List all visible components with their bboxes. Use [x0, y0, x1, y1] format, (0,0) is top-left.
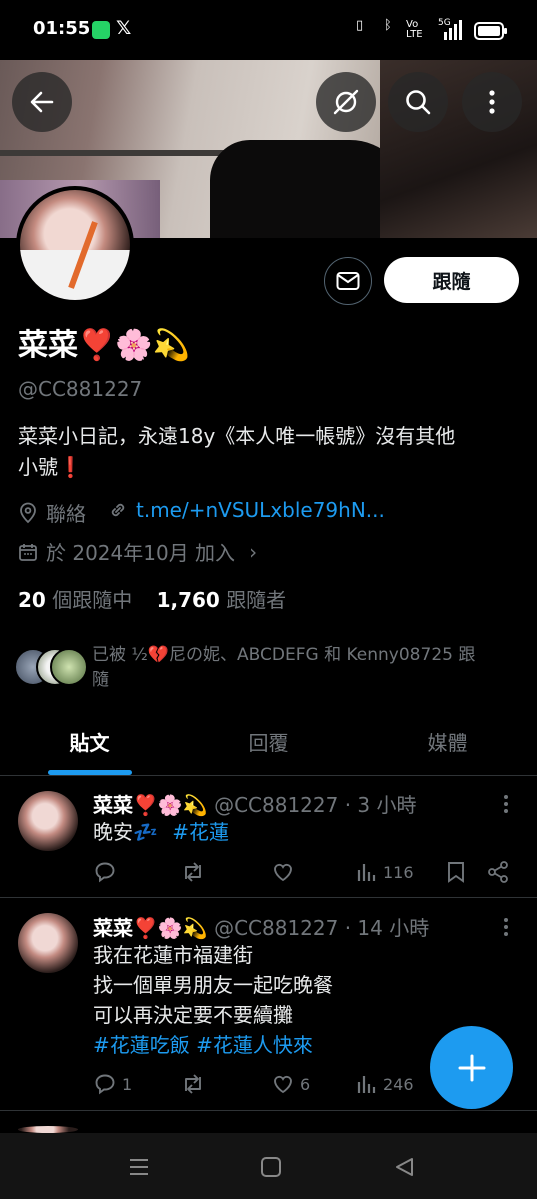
- heart-icon: [274, 863, 292, 882]
- bio-line: 小號❗: [18, 455, 83, 479]
- profile-handle: @CC881227: [18, 377, 143, 401]
- views-button[interactable]: 246: [356, 1072, 414, 1096]
- following-count-link[interactable]: 20 個跟隨中: [18, 588, 132, 612]
- analytics-icon: [357, 1076, 376, 1093]
- follow-button[interactable]: 跟隨: [384, 257, 519, 303]
- repost-button[interactable]: [180, 1072, 211, 1096]
- joined-text: 於 2024年10月 加入: [46, 541, 236, 565]
- location-pin-icon: [20, 502, 36, 523]
- website-row[interactable]: t.me/+nVSULxble79hN...: [108, 498, 385, 522]
- signal-icon: [440, 20, 466, 40]
- status-bar: 01:55 𝕏 ▯ ᛒ Vo LTE 5G: [0, 0, 537, 60]
- post-author-handle[interactable]: @CC881227: [214, 916, 338, 940]
- reply-count: 1: [122, 1074, 133, 1094]
- like-count: 6: [300, 1074, 311, 1094]
- post-author-handle[interactable]: @CC881227: [214, 793, 338, 817]
- share-button[interactable]: [486, 860, 510, 884]
- bluetooth-icon: ᛒ: [384, 18, 392, 33]
- compose-button[interactable]: [430, 1026, 513, 1109]
- location-text: 聯絡: [46, 502, 86, 526]
- battery-icon: [474, 22, 508, 40]
- mail-icon: [336, 272, 360, 290]
- post-more-button[interactable]: [502, 917, 510, 937]
- more-vertical-icon: [504, 918, 508, 936]
- back-triangle-icon: [396, 1158, 413, 1176]
- post-time: · 14 小時: [344, 916, 430, 940]
- followed-by-text[interactable]: 已被 ½💔尼の妮、ABCDEFG 和 Kenny08725 跟 隨: [92, 643, 522, 693]
- profile-name: 菜菜❣️🌸💫: [18, 328, 191, 363]
- grok-icon: [333, 89, 359, 115]
- active-tab-indicator: [48, 770, 132, 775]
- system-navigation-bar: [0, 1133, 537, 1199]
- post-header: 菜菜❣️🌸💫 @CC881227 · 14 小時: [93, 912, 429, 941]
- arrow-left-icon: [30, 91, 54, 113]
- follow-counts: 20 個跟隨中 1,760 跟隨者: [18, 584, 286, 613]
- back-button[interactable]: [12, 72, 72, 132]
- back-nav-button[interactable]: [393, 1156, 415, 1178]
- volte-indicator: Vo LTE: [406, 19, 423, 40]
- post-author-name[interactable]: 菜菜❣️🌸💫: [93, 916, 208, 940]
- grok-button[interactable]: [316, 72, 376, 132]
- post-avatar[interactable]: [18, 791, 78, 851]
- views-count: 246: [383, 1074, 414, 1094]
- calendar-icon: [19, 543, 37, 561]
- tab-replies[interactable]: 回覆: [179, 715, 358, 775]
- reply-icon: [95, 862, 115, 883]
- reply-button[interactable]: [93, 860, 122, 884]
- vibrate-icon: ▯: [356, 18, 364, 33]
- joined-row[interactable]: 於 2024年10月 加入 ›: [18, 537, 257, 566]
- bookmark-icon: [448, 862, 464, 883]
- home-button[interactable]: [260, 1156, 282, 1178]
- hashtag[interactable]: #花蓮: [172, 820, 229, 844]
- profile-avatar[interactable]: [16, 186, 134, 304]
- post-author-name[interactable]: 菜菜❣️🌸💫: [93, 793, 208, 817]
- home-square-icon: [261, 1157, 281, 1177]
- repost-icon: [185, 862, 201, 882]
- notification-app-icon: [92, 21, 110, 39]
- tab-media[interactable]: 媒體: [358, 715, 537, 775]
- chevron-right-icon: ›: [249, 539, 258, 564]
- message-button[interactable]: [324, 257, 372, 305]
- followers-count-link[interactable]: 1,760 跟隨者: [157, 588, 287, 612]
- bookmark-button[interactable]: [446, 860, 466, 884]
- website-link[interactable]: t.me/+nVSULxble79hN...: [136, 498, 385, 522]
- views-button[interactable]: 116: [356, 860, 414, 884]
- share-icon: [488, 861, 508, 883]
- repost-icon: [185, 1074, 201, 1094]
- plus-icon: [458, 1054, 485, 1081]
- profile-bio: 菜菜小日記，永遠18y《本人唯一帳號》沒有其他 小號❗: [18, 421, 523, 483]
- recent-apps-button[interactable]: [128, 1157, 150, 1177]
- more-button[interactable]: [462, 72, 522, 132]
- post-avatar[interactable]: [18, 913, 78, 973]
- post-avatar[interactable]: [18, 1126, 78, 1133]
- post-divider: [0, 897, 537, 898]
- follower-avatar: [50, 648, 88, 686]
- views-count: 116: [383, 862, 414, 882]
- bio-line: 菜菜小日記，永遠18y《本人唯一帳號》沒有其他: [18, 424, 456, 448]
- post-body[interactable]: 晚安💤 #花蓮: [93, 817, 229, 847]
- tab-posts[interactable]: 貼文: [0, 715, 179, 775]
- search-button[interactable]: [388, 72, 448, 132]
- post-divider: [0, 1110, 537, 1111]
- repost-button[interactable]: [180, 860, 211, 884]
- more-vertical-icon: [489, 90, 495, 114]
- like-button[interactable]: [271, 860, 300, 884]
- post-time: · 3 小時: [344, 793, 417, 817]
- analytics-icon: [357, 864, 376, 881]
- more-vertical-icon: [504, 795, 508, 813]
- x-logo-icon: 𝕏: [116, 17, 132, 39]
- reply-icon: [95, 1074, 115, 1095]
- post-header: 菜菜❣️🌸💫 @CC881227 · 3 小時: [93, 789, 417, 818]
- heart-icon: [274, 1075, 292, 1094]
- menu-icon: [130, 1159, 148, 1175]
- link-icon: [111, 503, 125, 517]
- location-row: 聯絡: [18, 498, 86, 527]
- profile-tabs: 貼文 回覆 媒體: [0, 715, 537, 776]
- post-more-button[interactable]: [502, 794, 510, 814]
- status-time: 01:55: [33, 18, 91, 39]
- search-icon: [406, 90, 431, 115]
- like-button[interactable]: 6: [271, 1072, 310, 1096]
- reply-button[interactable]: 1: [93, 1072, 132, 1096]
